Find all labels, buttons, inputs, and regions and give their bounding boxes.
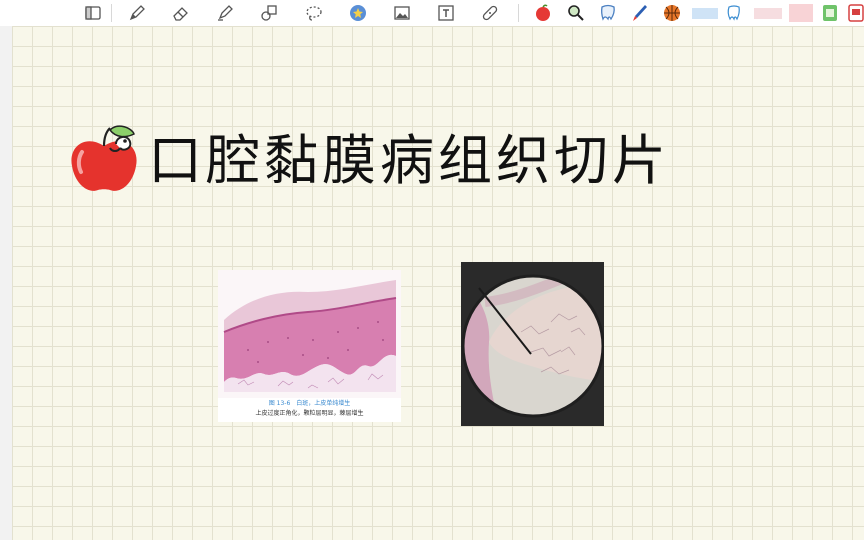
magnifier-sticker-icon[interactable] — [565, 2, 587, 24]
histology-textbook-figure[interactable]: 图 13-6 白斑，上皮单纯增生 上皮过度正角化，颗粒层明显，棘层增生 — [218, 270, 401, 422]
figure-caption-title: 图 13-6 白斑，上皮单纯增生 — [268, 400, 351, 407]
layout-icon[interactable] — [82, 2, 104, 24]
text-icon[interactable] — [435, 2, 457, 24]
left-edge-bar — [0, 26, 12, 540]
sticker-icon[interactable] — [347, 2, 369, 24]
blue-tape-sticker-icon[interactable] — [691, 2, 719, 24]
pink-tape-sticker-icon[interactable] — [753, 2, 783, 24]
eraser-icon[interactable] — [170, 2, 192, 24]
lasso-icon[interactable] — [303, 2, 325, 24]
image-icon[interactable] — [391, 2, 413, 24]
shapes-icon[interactable] — [258, 2, 280, 24]
highlighter-icon[interactable] — [214, 2, 236, 24]
apple-sticker-icon[interactable] — [532, 2, 554, 24]
tooth-outline-sticker-icon[interactable] — [723, 2, 745, 24]
page-title: 口腔黏膜病组织切片 — [148, 129, 670, 192]
pen-icon[interactable] — [126, 2, 148, 24]
pink-note-sticker-icon[interactable] — [787, 2, 815, 24]
microscope-photo[interactable] — [461, 262, 604, 426]
epithelium-slide-image — [218, 270, 401, 398]
bandage-icon[interactable] — [479, 2, 501, 24]
note-canvas[interactable] — [12, 26, 864, 540]
toolbar — [0, 0, 864, 26]
red-card-sticker-icon[interactable] — [845, 2, 864, 24]
figure-caption-text: 上皮过度正角化，颗粒层明显，棘层增生 — [255, 410, 364, 417]
brush-sticker-icon[interactable] — [629, 2, 651, 24]
basketball-sticker-icon[interactable] — [661, 2, 683, 24]
tooth-sticker-icon[interactable] — [597, 2, 619, 24]
green-card-sticker-icon[interactable] — [819, 2, 841, 24]
apple-bookworm-icon — [66, 124, 142, 196]
